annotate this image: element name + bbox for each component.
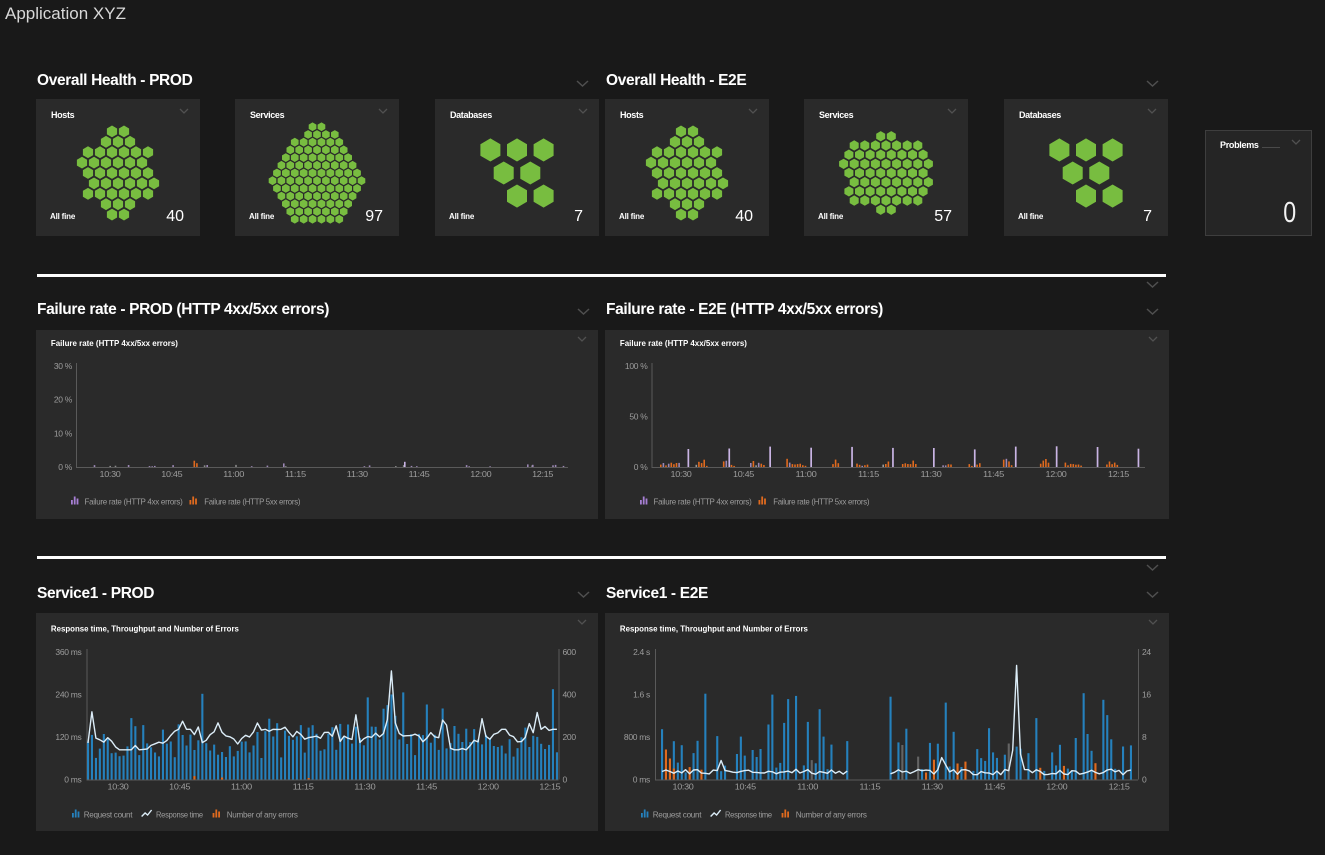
svg-text:10:45: 10:45 bbox=[733, 469, 755, 479]
svg-text:0: 0 bbox=[1142, 775, 1147, 785]
svg-text:Response time, Throughput and: Response time, Throughput and Number of … bbox=[620, 624, 808, 634]
svg-text:11:45: 11:45 bbox=[416, 782, 438, 792]
svg-text:800 ms: 800 ms bbox=[624, 732, 650, 742]
svg-text:50 %: 50 % bbox=[629, 412, 648, 422]
svg-text:200: 200 bbox=[563, 732, 577, 742]
svg-text:11:15: 11:15 bbox=[293, 782, 315, 792]
svg-text:11:45: 11:45 bbox=[984, 782, 1006, 792]
svg-text:Response time, Throughput and: Response time, Throughput and Number of … bbox=[51, 624, 239, 634]
svg-text:11:15: 11:15 bbox=[859, 782, 881, 792]
svg-text:Response time: Response time bbox=[725, 810, 772, 820]
svg-text:360 ms: 360 ms bbox=[55, 647, 81, 657]
svg-text:12:15: 12:15 bbox=[532, 469, 554, 479]
svg-text:Failure rate (HTTP 4xx/5xx err: Failure rate (HTTP 4xx/5xx errors) bbox=[620, 338, 747, 348]
svg-text:11:00: 11:00 bbox=[223, 469, 245, 479]
svg-text:12:00: 12:00 bbox=[478, 782, 500, 792]
svg-text:Failure rate (HTTP 4xx errors): Failure rate (HTTP 4xx errors) bbox=[654, 497, 752, 507]
svg-text:Number of any errors: Number of any errors bbox=[796, 810, 867, 820]
svg-text:Request count: Request count bbox=[84, 810, 133, 820]
svg-text:240 ms: 240 ms bbox=[55, 690, 81, 700]
svg-text:20 %: 20 % bbox=[54, 395, 73, 405]
svg-text:0 ms: 0 ms bbox=[64, 775, 81, 785]
svg-text:10:45: 10:45 bbox=[161, 469, 183, 479]
svg-text:Failure rate (HTTP 5xx errors): Failure rate (HTTP 5xx errors) bbox=[773, 497, 869, 507]
svg-text:12:00: 12:00 bbox=[1046, 782, 1068, 792]
svg-text:12:15: 12:15 bbox=[539, 782, 561, 792]
svg-text:Response time: Response time bbox=[156, 810, 203, 820]
svg-text:100 %: 100 % bbox=[625, 361, 648, 371]
svg-text:16: 16 bbox=[1142, 690, 1151, 700]
svg-text:11:30: 11:30 bbox=[347, 469, 369, 479]
svg-text:0 %: 0 % bbox=[58, 462, 72, 472]
svg-text:11:30: 11:30 bbox=[922, 782, 944, 792]
svg-text:11:45: 11:45 bbox=[409, 469, 431, 479]
svg-text:10:30: 10:30 bbox=[671, 469, 693, 479]
svg-text:2.4 s: 2.4 s bbox=[633, 647, 650, 657]
svg-text:10:30: 10:30 bbox=[108, 782, 130, 792]
svg-text:30 %: 30 % bbox=[54, 361, 73, 371]
svg-text:0 %: 0 % bbox=[634, 462, 648, 472]
svg-text:Number of any errors: Number of any errors bbox=[227, 810, 298, 820]
svg-text:11:15: 11:15 bbox=[858, 469, 880, 479]
svg-text:Failure rate (HTTP 4xx/5xx err: Failure rate (HTTP 4xx/5xx errors) bbox=[51, 338, 178, 348]
svg-text:12:15: 12:15 bbox=[1108, 469, 1130, 479]
svg-text:Failure rate (HTTP 4xx errors): Failure rate (HTTP 4xx errors) bbox=[85, 497, 183, 507]
svg-text:120 ms: 120 ms bbox=[55, 732, 81, 742]
svg-text:0: 0 bbox=[563, 775, 568, 785]
svg-text:10:45: 10:45 bbox=[169, 782, 191, 792]
svg-text:1.6 s: 1.6 s bbox=[633, 690, 650, 700]
svg-text:10:30: 10:30 bbox=[673, 782, 695, 792]
svg-text:11:00: 11:00 bbox=[231, 782, 253, 792]
svg-text:0 ms: 0 ms bbox=[633, 775, 650, 785]
svg-text:24: 24 bbox=[1142, 647, 1151, 657]
svg-text:8: 8 bbox=[1142, 732, 1147, 742]
svg-text:11:30: 11:30 bbox=[354, 782, 376, 792]
svg-text:10 %: 10 % bbox=[54, 428, 73, 438]
svg-text:Request count: Request count bbox=[653, 810, 702, 820]
svg-text:12:00: 12:00 bbox=[470, 469, 492, 479]
svg-text:600: 600 bbox=[563, 647, 577, 657]
svg-text:11:00: 11:00 bbox=[797, 782, 819, 792]
svg-text:400: 400 bbox=[563, 690, 577, 700]
svg-text:11:45: 11:45 bbox=[983, 469, 1005, 479]
svg-text:12:15: 12:15 bbox=[1109, 782, 1131, 792]
svg-text:Failure rate (HTTP 5xx errors): Failure rate (HTTP 5xx errors) bbox=[204, 497, 300, 507]
svg-text:11:30: 11:30 bbox=[921, 469, 943, 479]
svg-text:10:45: 10:45 bbox=[735, 782, 757, 792]
svg-text:11:15: 11:15 bbox=[285, 469, 307, 479]
svg-text:11:00: 11:00 bbox=[796, 469, 818, 479]
svg-text:12:00: 12:00 bbox=[1046, 469, 1068, 479]
svg-text:10:30: 10:30 bbox=[100, 469, 122, 479]
